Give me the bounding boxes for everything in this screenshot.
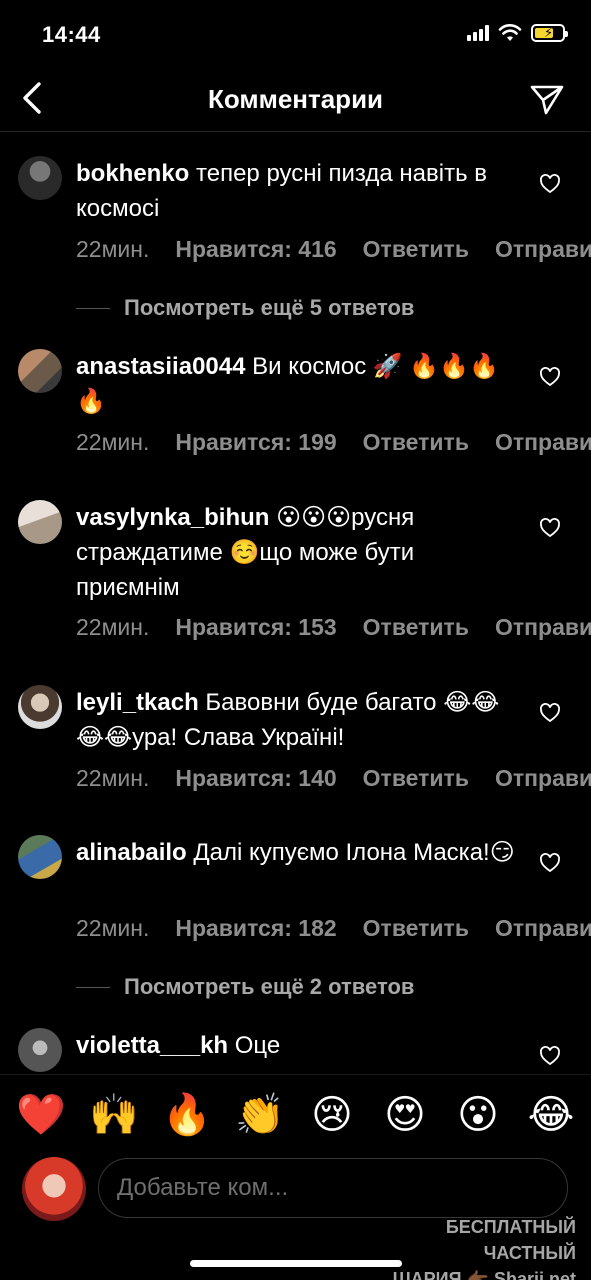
comment-meta: 22мин. Нравится: 182 Ответить Отправить [76,915,591,942]
avatar[interactable] [18,349,62,393]
heart-icon[interactable] [538,1044,562,1068]
page-title: Комментарии [207,84,384,114]
emoji-raised-hands-button[interactable]: 🙌 [89,1091,139,1138]
heart-icon[interactable] [538,365,562,389]
comment-meta: 22мин. Нравится: 153 Ответить Отправить [76,614,591,641]
view-more-label: Посмотреть ещё 2 ответов [124,974,415,999]
comments-list[interactable]: bokhenko тепер русні пизда навіть в косм… [0,132,591,1074]
comment-username[interactable]: leyli_tkach [76,689,199,716]
watermark-line-1: БЕСПЛАТНЫЙ ЧАСТНЫЙ [445,1217,576,1263]
comment-input[interactable] [98,1158,568,1218]
comment-username[interactable]: vasylynka_bihun [76,504,269,531]
emoji-fire-button[interactable]: 🔥 [162,1091,212,1138]
comment-body: violetta___kh Оце [76,1028,516,1063]
send-button[interactable]: Отправить [495,915,591,942]
home-indicator[interactable] [190,1260,402,1267]
emoji-quick-bar: ❤️ 🙌 🔥 👏 😢 😍 😮 😂 [0,1074,591,1154]
emoji-heart-eyes-button[interactable]: 😍 [381,1092,429,1138]
comment-body: leyli_tkach Бавовни буде багато 😂😂😂😂ура!… [76,685,516,755]
status-time: 14:44 [42,22,101,47]
like-count[interactable]: Нравится: 199 [175,429,336,456]
send-button[interactable]: Отправить [495,614,591,641]
avatar[interactable] [18,685,62,729]
comment-body: vasylynka_bihun 😮😮😮русня страждатиме ☺️щ… [76,500,516,605]
comment-username[interactable]: violetta___kh [76,1032,228,1059]
reply-button[interactable]: Ответить [363,915,469,942]
send-button[interactable]: Отправить [495,765,591,792]
send-button[interactable]: Отправить [495,429,591,456]
comment-meta: 22мин. Нравится: 199 Ответить Отправить [76,429,591,456]
header: Комментарии [0,70,591,132]
reply-button[interactable]: Ответить [363,765,469,792]
heart-icon[interactable] [538,851,562,875]
reply-button[interactable]: Ответить [363,614,469,641]
comment-time: 22мин. [76,614,150,640]
paper-plane-icon [530,85,564,115]
cellular-signal-icon [467,25,489,41]
share-button[interactable] [529,82,565,118]
view-more-replies[interactable]: Посмотреть ещё 5 ответов [76,295,414,321]
comment-username[interactable]: bokhenko [76,160,189,187]
reply-button[interactable]: Ответить [363,429,469,456]
emoji-clap-button[interactable]: 👏 [235,1091,285,1138]
like-count[interactable]: Нравится: 182 [175,915,336,942]
reply-button[interactable]: Ответить [363,236,469,263]
avatar[interactable] [18,500,62,544]
comment-username[interactable]: anastasiia0044 [76,353,245,380]
avatar[interactable] [18,156,62,200]
comment-body: bokhenko тепер русні пизда навіть в косм… [76,156,516,226]
battery-icon: ⚡ [531,24,568,42]
watermark: БЕСПЛАТНЫЙ ЧАСТНЫЙ ШАРИЯ 👉🏾 Sharij.net [360,1214,576,1280]
avatar[interactable] [18,1028,62,1072]
comment-text: Далі купуємо Ілона Маска!😏 [193,839,515,866]
heart-icon[interactable] [538,172,562,196]
watermark-line-2: ШАРИЯ 👉🏾 Sharij.net [392,1269,576,1280]
comment-time: 22мин. [76,236,150,262]
comment-time: 22мин. [76,915,150,941]
status-icons: ⚡ [467,24,568,42]
view-more-label: Посмотреть ещё 5 ответов [124,295,415,320]
comment-body: alinabailo Далі купуємо Ілона Маска!😏 [76,835,516,870]
like-count[interactable]: Нравится: 416 [175,236,336,263]
comment-meta: 22мин. Нравится: 416 Ответить Отправить [76,236,591,263]
heart-icon[interactable] [538,516,562,540]
comment-username[interactable]: alinabailo [76,839,187,866]
send-button[interactable]: Отправить [495,236,591,263]
view-more-replies[interactable]: Посмотреть ещё 2 ответов [76,974,414,1000]
emoji-surprised-button[interactable]: 😮 [454,1092,502,1138]
emoji-crying-button[interactable]: 😢 [308,1092,356,1138]
emoji-heart-button[interactable]: ❤️ [16,1091,66,1138]
comment-body: anastasiia0044 Ви космос 🚀 🔥🔥🔥🔥 [76,349,516,419]
comment-meta: 22мин. Нравится: 140 Ответить Отправить [76,765,591,792]
comment-time: 22мин. [76,429,150,455]
wifi-icon [498,24,522,41]
heart-icon[interactable] [538,701,562,725]
comment-text: Оце [234,1032,281,1059]
status-bar: 14:44 ⚡ [0,0,591,70]
comment-time: 22мин. [76,765,150,791]
my-avatar [22,1157,86,1221]
avatar[interactable] [18,835,62,879]
like-count[interactable]: Нравится: 153 [175,614,336,641]
like-count[interactable]: Нравится: 140 [175,765,336,792]
emoji-laughing-button[interactable]: 😂 [527,1092,575,1138]
